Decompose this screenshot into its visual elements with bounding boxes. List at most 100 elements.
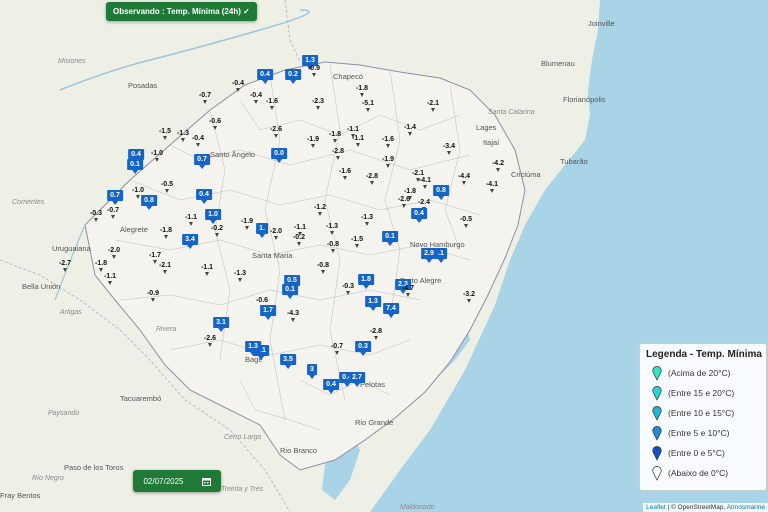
station-marker[interactable]: 1.8	[358, 274, 374, 289]
leaflet-link[interactable]: Leaflet	[646, 504, 666, 511]
legend-panel: Legenda - Temp. Mínima (Acima de 20°C) (E…	[639, 343, 767, 491]
station-marker[interactable]: -1.0	[151, 150, 163, 162]
station-marker[interactable]: 3	[307, 364, 317, 379]
pin-icon	[111, 215, 115, 219]
station-marker[interactable]: -1.8	[95, 260, 107, 272]
station-marker[interactable]: -2.8	[332, 148, 344, 160]
station-marker[interactable]: -2.0	[108, 247, 120, 259]
station-marker[interactable]: 0.8	[141, 195, 157, 210]
station-marker[interactable]: 1.	[256, 223, 268, 238]
station-marker[interactable]: -2.6	[398, 196, 410, 208]
station-marker[interactable]: -0.7	[331, 343, 343, 355]
station-marker[interactable]: -0.4	[192, 135, 204, 147]
station-marker[interactable]: -1.1	[104, 273, 116, 285]
station-marker[interactable]: -0.4	[250, 92, 262, 104]
station-marker[interactable]: -2.3	[312, 98, 324, 110]
station-marker[interactable]: -0.2	[293, 234, 305, 246]
station-marker[interactable]: -0.8	[327, 241, 339, 253]
station-marker[interactable]: -4.4	[458, 173, 470, 185]
station-marker[interactable]: -2.0	[270, 228, 282, 240]
station-marker[interactable]: -1.5	[351, 236, 363, 248]
station-marker[interactable]: 0.4	[257, 69, 273, 84]
station-marker[interactable]: 7.4	[383, 303, 399, 318]
station-marker[interactable]: -0.5	[161, 181, 173, 193]
station-marker[interactable]: -0.3	[90, 210, 102, 222]
station-marker[interactable]: -1.1	[201, 264, 213, 276]
station-marker[interactable]: 0.4	[411, 208, 427, 223]
observing-mode-button[interactable]: Observando : Temp. Mínima (24h) ✓	[106, 2, 257, 21]
station-marker[interactable]: -0.2	[211, 225, 223, 237]
station-marker[interactable]: -1.9	[307, 136, 319, 148]
station-marker[interactable]: -1.3	[361, 214, 373, 226]
station-marker[interactable]: 3.4	[182, 234, 198, 249]
station-marker[interactable]: 0.4	[323, 379, 339, 394]
station-marker[interactable]: 0.0	[271, 148, 287, 163]
station-marker[interactable]: -2.8	[370, 328, 382, 340]
station-marker[interactable]: 0.2	[285, 69, 301, 84]
station-marker[interactable]: -0.8	[317, 262, 329, 274]
station-marker[interactable]: -1.9	[241, 218, 253, 230]
station-marker[interactable]: -4.2	[492, 160, 504, 172]
place-label: Paso de los Toros	[64, 463, 124, 472]
station-marker[interactable]: 0.3	[355, 341, 371, 356]
station-marker[interactable]: -1.8	[329, 131, 341, 143]
station-marker[interactable]: -0.3	[342, 283, 354, 295]
station-marker[interactable]: 0.1	[382, 231, 398, 246]
station-marker[interactable]: -1.3	[326, 223, 338, 235]
station-marker[interactable]: -1.8	[356, 85, 368, 97]
station-marker[interactable]: -5.1	[362, 100, 374, 112]
station-marker[interactable]: 0.7	[194, 154, 210, 169]
station-marker[interactable]: -1.6	[266, 98, 278, 110]
station-marker[interactable]: -1.5	[159, 128, 171, 140]
station-marker[interactable]: 1.3	[245, 341, 261, 356]
station-marker[interactable]: -2.6	[270, 126, 282, 138]
station-marker[interactable]: -1.4	[404, 124, 416, 136]
station-marker[interactable]: -1.9	[382, 156, 394, 168]
station-marker[interactable]: -0.9	[308, 65, 320, 77]
station-marker[interactable]: -1.1	[352, 135, 364, 147]
date-picker-button[interactable]: 02/07/2025	[133, 470, 221, 492]
station-marker[interactable]: -1.1	[185, 214, 197, 226]
station-marker[interactable]: 1.7	[260, 305, 276, 320]
station-value: -2.0	[107, 247, 121, 254]
station-marker[interactable]: -3.4	[443, 143, 455, 155]
station-marker[interactable]: -1.6	[382, 136, 394, 148]
station-marker[interactable]: -0.4	[232, 80, 244, 92]
station-marker[interactable]: -1.3	[177, 130, 189, 142]
station-marker[interactable]: 0.1	[127, 159, 143, 174]
pin-icon	[423, 185, 427, 189]
station-marker[interactable]: -0.7	[107, 207, 119, 219]
station-marker[interactable]: -2.1	[159, 262, 171, 274]
station-marker[interactable]: -1.6	[339, 168, 351, 180]
station-marker[interactable]: 0.7	[107, 190, 123, 205]
station-marker[interactable]: -4.3	[287, 310, 299, 322]
station-marker[interactable]: -3.2	[463, 291, 475, 303]
station-marker[interactable]: -0.7	[199, 92, 211, 104]
station-marker[interactable]: .1	[435, 248, 447, 263]
station-marker[interactable]: 3.5	[280, 354, 296, 369]
station-marker[interactable]: -0.5	[460, 216, 472, 228]
station-marker[interactable]: -4.1	[486, 181, 498, 193]
atmos-link[interactable]: Atmosmarine	[727, 504, 765, 511]
station-marker[interactable]: 0.1	[282, 284, 298, 299]
station-marker[interactable]: 2.7	[349, 372, 365, 387]
station-marker[interactable]: -1.2	[314, 204, 326, 216]
station-marker[interactable]: 0.8	[433, 185, 449, 200]
marker-pin-icon	[652, 445, 662, 461]
station-marker[interactable]: -2.7	[59, 260, 71, 272]
station-marker[interactable]: -0.9	[147, 290, 159, 302]
station-marker[interactable]: -2.8	[366, 173, 378, 185]
station-marker[interactable]: 1.3	[365, 296, 381, 311]
pin-icon	[254, 100, 258, 104]
station-marker[interactable]: 3.1	[213, 317, 229, 332]
station-marker[interactable]: -1.3	[234, 270, 246, 282]
station-marker[interactable]: -4.7	[402, 285, 414, 297]
station-marker[interactable]: 1.0	[205, 209, 221, 224]
station-marker[interactable]: -4.1	[419, 177, 431, 189]
station-marker[interactable]: -2.1	[427, 100, 439, 112]
station-marker[interactable]: -1.8	[160, 227, 172, 239]
place-label: Maldonado	[400, 504, 435, 511]
station-marker[interactable]: -2.6	[204, 335, 216, 347]
station-marker[interactable]: -0.6	[209, 118, 221, 130]
station-marker[interactable]: 0.4	[196, 189, 212, 204]
